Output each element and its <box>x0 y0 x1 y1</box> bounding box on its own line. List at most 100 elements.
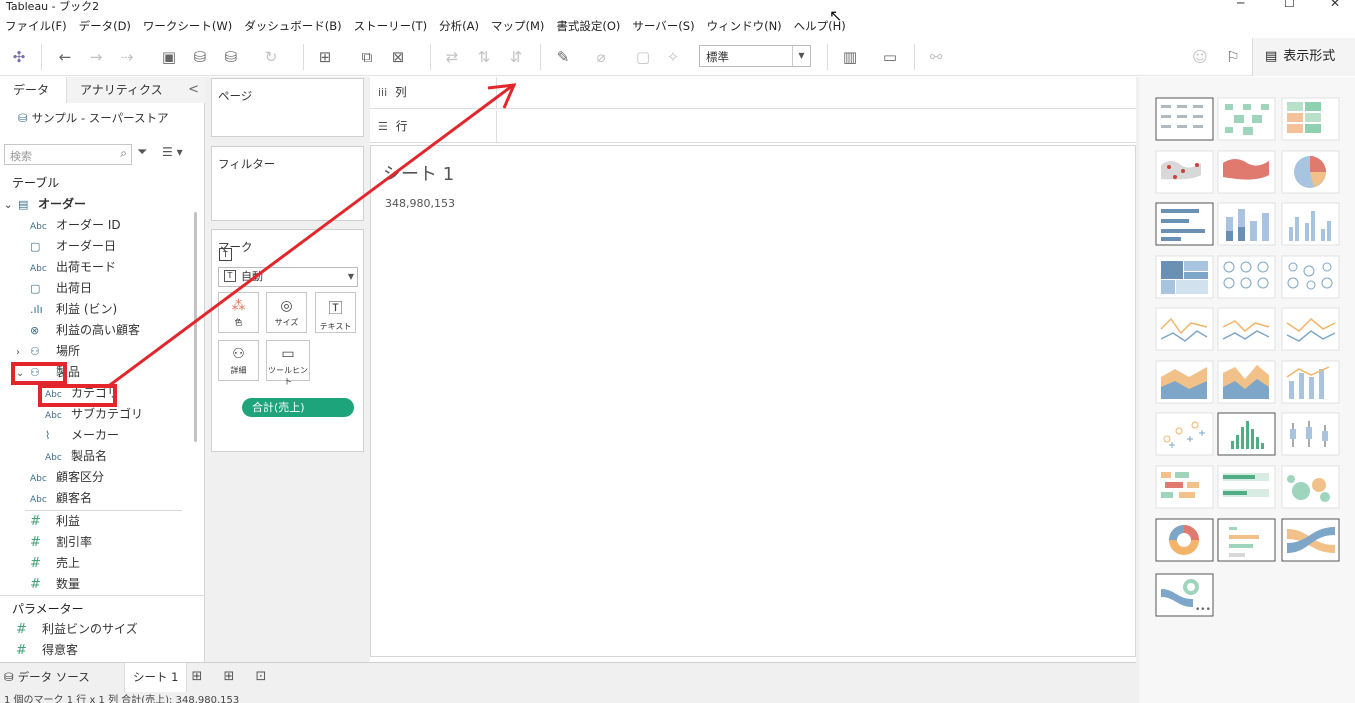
refresh-icon[interactable]: ↻ <box>260 47 282 67</box>
mark-type-select[interactable]: T 自動 ▼ <box>218 267 358 287</box>
menu-window[interactable]: ウィンドウ(N) <box>702 18 789 34</box>
data-pane-tabs: データ アナリティクス < <box>0 77 205 103</box>
field-item[interactable]: Abc 製品名 <box>45 446 107 467</box>
abc-icon: Abc <box>30 222 47 232</box>
detail-button[interactable]: ⚇ 詳細 <box>218 340 259 381</box>
fit-select[interactable]: 標準 ▼ <box>699 45 811 67</box>
field-label: 利益の高い顧客 <box>56 323 141 337</box>
close-button[interactable]: ✕ <box>1330 0 1340 10</box>
menu-file[interactable]: ファイル(F) <box>0 18 74 34</box>
new-datasource-icon[interactable]: ⛁ <box>189 47 211 67</box>
columns-shelf[interactable]: iii 列 <box>370 77 1136 109</box>
abc-icon: Abc <box>30 495 47 505</box>
sort-desc-icon[interactable]: ⇵ <box>505 47 527 67</box>
rows-shelf[interactable]: ☰ 行 <box>370 111 1136 143</box>
redo-icon[interactable]: → <box>85 47 107 67</box>
parameter-label: 利益ビンのサイズ <box>42 622 138 636</box>
highlight-icon[interactable]: ✎ <box>552 47 574 67</box>
minimize-button[interactable]: ─ <box>1237 0 1244 10</box>
show-me-icon: ▤ <box>1265 49 1278 64</box>
field-item[interactable]: .ılı 利益 (ビン) <box>30 299 117 320</box>
title-bar: Tableau - ブック2 ─ ☐ ✕ <box>0 0 1355 14</box>
signpost-icon[interactable]: ⚐ <box>1222 47 1244 67</box>
filters-card[interactable]: フィルター <box>211 146 364 221</box>
menu-format[interactable]: 書式設定(O) <box>551 18 627 34</box>
table-item-orders[interactable]: ⌄ ▤ オーダー <box>4 194 86 215</box>
menu-map[interactable]: マップ(M) <box>486 18 551 34</box>
replay-icon[interactable]: ⇢ <box>116 47 138 67</box>
search-input[interactable]: 検索 ⌕ <box>4 144 132 165</box>
tableau-logo-icon[interactable]: ✣ <box>8 47 30 67</box>
field-label: 売上 <box>56 556 81 570</box>
number-icon: # <box>30 535 41 550</box>
group-icon[interactable]: ⌀ <box>590 47 612 67</box>
menu-dashboard[interactable]: ダッシュボード(B) <box>239 18 348 34</box>
hierarchy-item-location[interactable]: › ⚇ 場所 <box>16 341 80 362</box>
field-label: 顧客区分 <box>56 470 105 484</box>
field-item[interactable]: Abc 顧客名 <box>30 488 92 509</box>
tab-analytics[interactable]: アナリティクス < <box>67 77 205 103</box>
presentation-icon[interactable]: ▭ <box>879 47 901 67</box>
new-dashboard-icon[interactable]: ⊞ <box>220 668 238 686</box>
chevron-right-icon[interactable]: › <box>16 342 30 363</box>
svg-text:•••: ••• <box>1195 605 1211 615</box>
menu-worksheet[interactable]: ワークシート(W) <box>138 18 239 34</box>
sum-sales-pill[interactable]: 合計(売上) <box>242 398 354 417</box>
field-item[interactable]: ⊗ 利益の高い顧客 <box>30 320 140 341</box>
field-item[interactable]: Abc オーダー ID <box>30 215 121 236</box>
menu-server[interactable]: サーバー(S) <box>627 18 701 34</box>
field-item[interactable]: ▢ 出荷日 <box>30 278 92 299</box>
new-worksheet-icon[interactable]: ⊞ <box>188 668 206 686</box>
text-button[interactable]: 🅃 テキスト <box>315 292 356 333</box>
new-worksheet-icon[interactable]: ⊞ <box>314 47 336 67</box>
sheet-value[interactable]: 348,980,153 <box>385 197 455 210</box>
field-item[interactable]: Abc サブカテゴリ <box>45 404 143 425</box>
tab-data[interactable]: データ <box>0 77 67 103</box>
menu-data[interactable]: データ(D) <box>74 18 138 34</box>
new-story-icon[interactable]: ⊡ <box>252 668 270 686</box>
measure-item[interactable]: # 数量 <box>30 574 80 595</box>
menu-help[interactable]: ヘルプ(H) <box>789 18 853 34</box>
measure-item[interactable]: # 売上 <box>30 553 80 574</box>
worksheet-canvas[interactable]: シート 1 348,980,153 <box>370 145 1136 657</box>
maximize-button[interactable]: ☐ <box>1284 0 1295 10</box>
measure-item[interactable]: # 割引率 <box>30 532 92 553</box>
share-icon[interactable]: ⚯ <box>925 47 947 67</box>
chevron-down-icon[interactable]: ⌄ <box>4 195 18 216</box>
measure-item[interactable]: # 利益 <box>30 511 80 532</box>
undo-icon[interactable]: ← <box>54 47 76 67</box>
fit-width-icon[interactable]: ▥ <box>839 47 861 67</box>
view-options-icon[interactable]: ☰ ▾ <box>162 145 183 159</box>
sort-asc-icon[interactable]: ⇅ <box>473 47 495 67</box>
sheet-title[interactable]: シート 1 <box>383 160 454 186</box>
menu-analysis[interactable]: 分析(A) <box>434 18 486 34</box>
tooltip-button[interactable]: ▭ ツールヒント <box>266 340 310 386</box>
labels-icon[interactable]: ▢ <box>632 47 654 67</box>
scrollbar[interactable] <box>194 212 197 442</box>
pause-updates-icon[interactable]: ⛁ <box>220 47 242 67</box>
set-icon: ⊗ <box>30 324 40 337</box>
sheet-tab[interactable]: シート 1 <box>124 663 188 692</box>
ask-data-icon[interactable]: ☺ <box>1189 47 1211 67</box>
filter-icon[interactable]: ⏷ <box>137 145 147 160</box>
data-source-item[interactable]: ⛁ サンプル - スーパーストア <box>18 110 169 126</box>
field-item[interactable]: ⌇ メーカー <box>45 425 119 446</box>
collapse-icon[interactable]: < <box>188 77 199 103</box>
size-button[interactable]: ◎ サイズ <box>266 292 307 333</box>
field-item[interactable]: Abc 顧客区分 <box>30 467 104 488</box>
show-me-button[interactable]: ▤ 表示形式 <box>1252 38 1355 76</box>
data-source-tab[interactable]: ⛁ データ ソース <box>4 663 90 692</box>
pages-card[interactable]: ページ <box>211 78 364 137</box>
parameter-item[interactable]: # 得意客 <box>16 640 78 661</box>
parameter-item[interactable]: # 利益ビンのサイズ <box>16 619 138 640</box>
pin-icon[interactable]: ✧ <box>662 47 684 67</box>
save-icon[interactable]: ▣ <box>158 47 180 67</box>
swap-icon[interactable]: ⇄ <box>441 47 463 67</box>
field-item[interactable]: ▢ オーダー日 <box>30 236 116 257</box>
field-item[interactable]: Abc 出荷モード <box>30 257 116 278</box>
clear-sheet-icon[interactable]: ⊠ <box>387 47 409 67</box>
duplicate-icon[interactable]: ⧉ <box>356 47 378 67</box>
chevron-down-icon[interactable]: ▼ <box>792 46 810 66</box>
color-button[interactable]: ⁂ 色 <box>218 292 259 333</box>
menu-story[interactable]: ストーリー(T) <box>349 18 435 34</box>
